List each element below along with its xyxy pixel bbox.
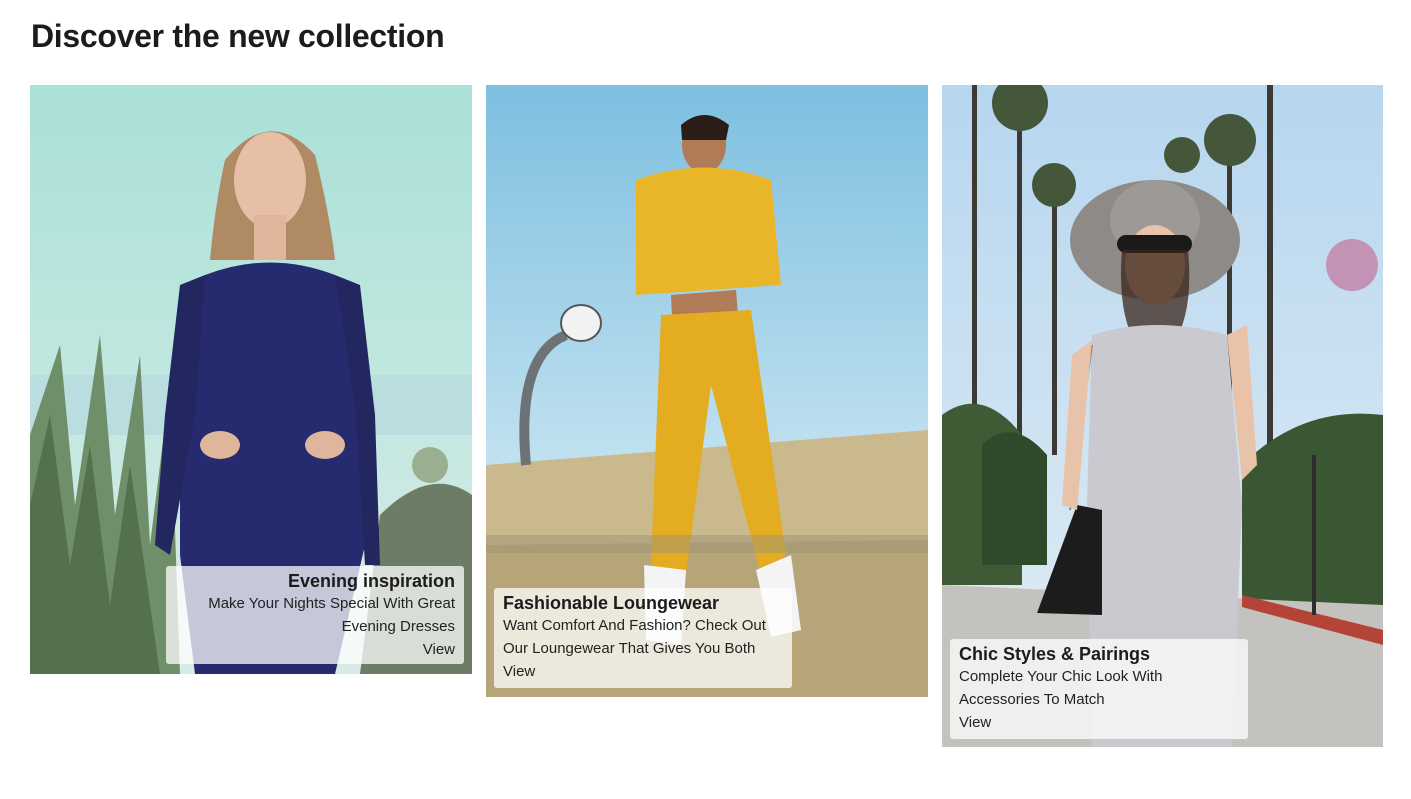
view-link[interactable]: View — [503, 660, 783, 683]
card-description: Complete Your Chic Look With Accessories… — [959, 668, 1163, 708]
card-description: Make Your Nights Special With Great Even… — [208, 595, 455, 635]
card-description: Want Comfort And Fashion? Check Out Our … — [503, 617, 766, 657]
card-title: Fashionable Loungewear — [503, 593, 720, 613]
collection-card-chic[interactable]: Chic Styles & Pairings Complete Your Chi… — [942, 85, 1383, 747]
card-title: Chic Styles & Pairings — [959, 644, 1151, 664]
card-title: Evening inspiration — [287, 571, 455, 591]
collection-card-loungewear[interactable]: Fashionable Loungewear Want Comfort And … — [486, 85, 928, 697]
view-link[interactable]: View — [175, 638, 455, 661]
collection-card-evening[interactable]: Evening inspiration Make Your Nights Spe… — [30, 85, 472, 674]
card-caption: Evening inspiration Make Your Nights Spe… — [166, 566, 464, 664]
card-caption: Fashionable Loungewear Want Comfort And … — [494, 588, 792, 688]
view-link[interactable]: View — [959, 711, 1239, 734]
card-caption: Chic Styles & Pairings Complete Your Chi… — [950, 639, 1248, 739]
page-title: Discover the new collection — [31, 18, 445, 54]
